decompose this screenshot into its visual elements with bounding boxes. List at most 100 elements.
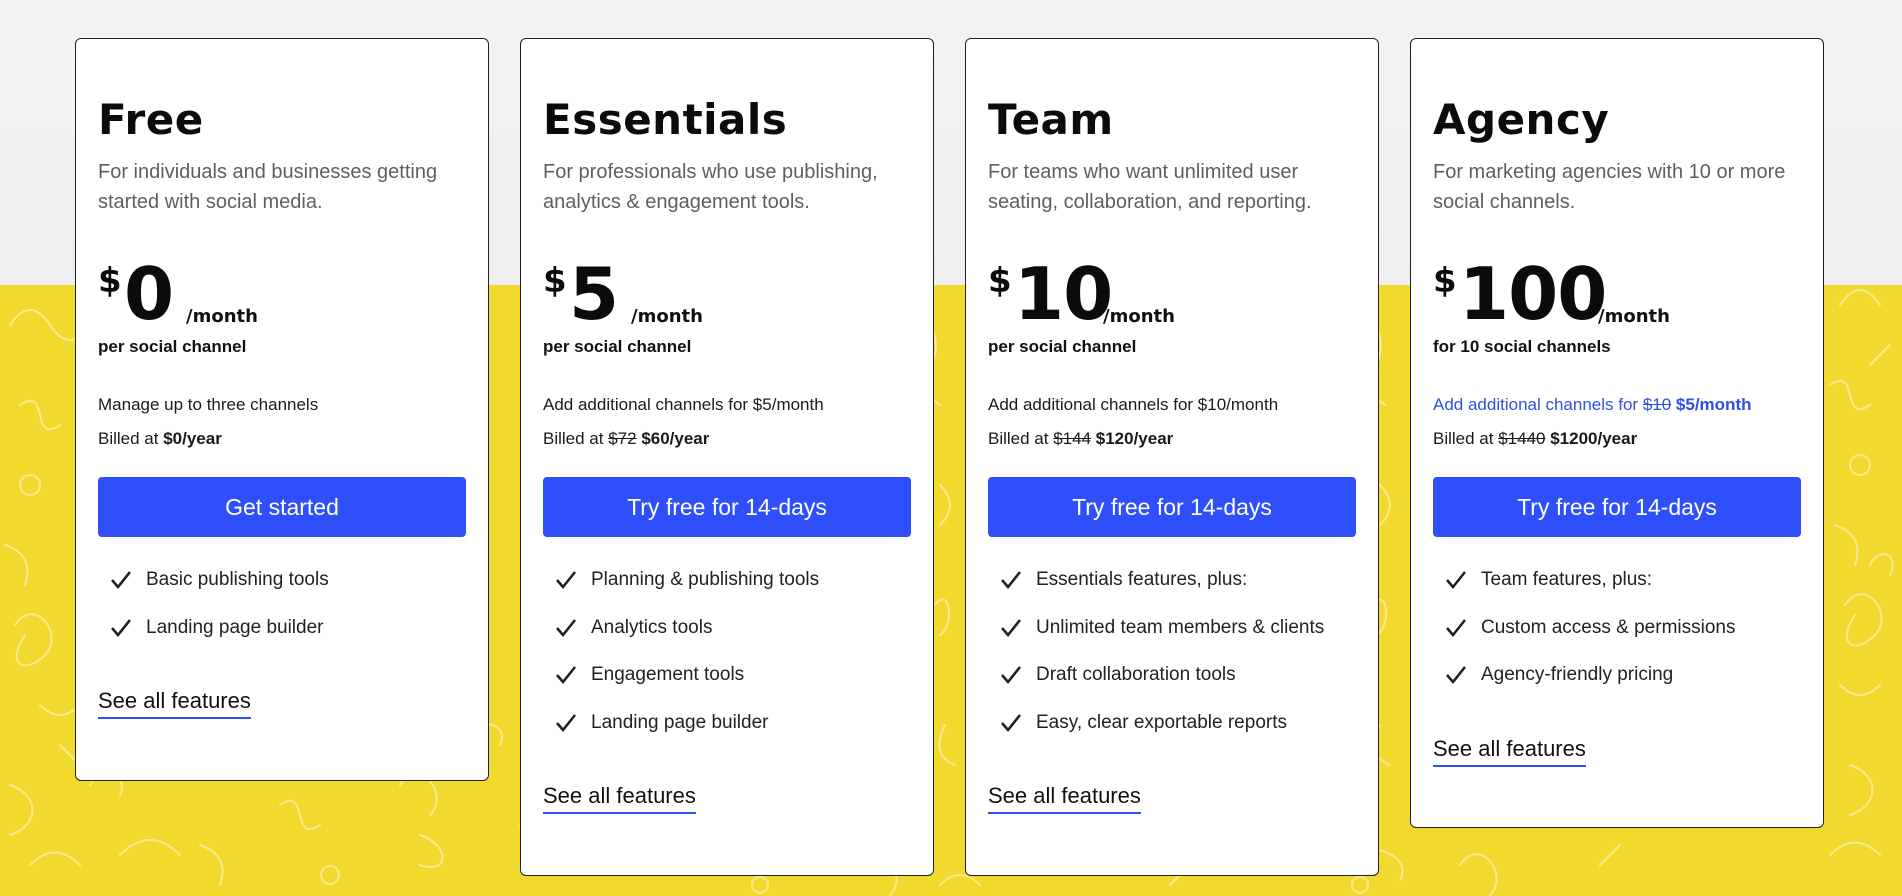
plan-description: For individuals and businesses getting s… — [98, 161, 438, 213]
try-free-button[interactable]: Try free for 14-days — [988, 477, 1356, 537]
plan-card-team: Team For teams who want unlimited user s… — [965, 38, 1379, 876]
plan-name: Free — [98, 95, 204, 144]
price-period: /month — [631, 306, 703, 327]
feature-item: Engagement tools — [555, 664, 911, 712]
feature-label: Analytics tools — [591, 616, 713, 638]
feature-label: Landing page builder — [146, 616, 324, 638]
billing-info: Billed at $144 $120/year — [988, 429, 1356, 453]
plan-name: Essentials — [543, 95, 788, 144]
currency-symbol: $ — [988, 261, 1012, 301]
checkmark-icon — [110, 617, 132, 639]
get-started-button[interactable]: Get started — [98, 477, 466, 537]
currency-symbol: $ — [543, 261, 567, 301]
see-all-features-link[interactable]: See all features — [1433, 736, 1586, 767]
price-amount: 5 — [569, 252, 619, 336]
feature-list: Planning & publishing tools Analytics to… — [543, 569, 911, 759]
channel-info: Add additional channels for $5/month — [543, 395, 824, 414]
see-all-features-link[interactable]: See all features — [98, 688, 251, 719]
price-unit: per social channel — [988, 337, 1137, 356]
feature-label: Planning & publishing tools — [591, 569, 820, 590]
channel-info: Add additional channels for $10 $5/month — [1433, 395, 1801, 419]
billing-info: Billed at $1440 $1200/year — [1433, 429, 1801, 453]
feature-item: Unlimited team members & clients — [1000, 617, 1356, 665]
checkmark-icon — [1000, 569, 1022, 591]
currency-symbol: $ — [98, 261, 122, 301]
billing-old-price: $144 — [1053, 429, 1092, 448]
price-period: /month — [186, 306, 258, 327]
checkmark-icon — [1445, 617, 1467, 639]
billing-prefix: Billed at — [1433, 429, 1499, 448]
feature-item: Draft collaboration tools — [1000, 664, 1356, 712]
feature-item: Team features, plus: — [1445, 569, 1801, 617]
price-unit: per social channel — [543, 337, 692, 356]
plan-description: For professionals who use publishing, an… — [543, 161, 878, 213]
price-row: $ 10 /month — [988, 252, 1356, 336]
checkmark-icon — [1000, 617, 1022, 639]
feature-item: Landing page builder — [110, 617, 466, 665]
billing-info: Billed at $0/year — [98, 429, 466, 453]
feature-label: Easy, clear exportable reports — [1036, 711, 1287, 733]
price-period: /month — [1598, 306, 1670, 327]
feature-label: Draft collaboration tools — [1036, 664, 1236, 685]
billing-old-price: $1440 — [1498, 429, 1546, 448]
plan-name: Team — [988, 95, 1114, 144]
plan-description: For teams who want unlimited user seatin… — [988, 161, 1312, 213]
feature-item: Easy, clear exportable reports — [1000, 712, 1356, 760]
see-all-features-link[interactable]: See all features — [543, 783, 696, 814]
channel-old-price: $10 — [1642, 395, 1672, 414]
feature-list: Basic publishing tools Landing page buil… — [98, 569, 466, 664]
feature-item: Analytics tools — [555, 617, 911, 665]
feature-item: Agency-friendly pricing — [1445, 664, 1801, 712]
try-free-button[interactable]: Try free for 14-days — [543, 477, 911, 537]
billing-new-price: $120/year — [1095, 429, 1174, 448]
plan-name: Agency — [1433, 95, 1610, 144]
checkmark-icon — [555, 712, 577, 734]
checkmark-icon — [1000, 712, 1022, 734]
feature-label: Custom access & permissions — [1481, 616, 1736, 638]
price-unit: per social channel — [98, 337, 247, 356]
price-row: $ 5 /month — [543, 252, 911, 336]
checkmark-icon — [555, 617, 577, 639]
price-amount: 10 — [1014, 252, 1113, 336]
feature-item: Landing page builder — [555, 712, 911, 760]
checkmark-icon — [1445, 569, 1467, 591]
feature-label: Unlimited team members & clients — [1036, 616, 1325, 638]
feature-label: Landing page builder — [591, 711, 769, 733]
price-period: /month — [1103, 306, 1175, 327]
plan-card-essentials: Essentials For professionals who use pub… — [520, 38, 934, 876]
plan-card-agency: Agency For marketing agencies with 10 or… — [1410, 38, 1824, 828]
billing-info: Billed at $72 $60/year — [543, 429, 911, 453]
billing-prefix: Billed at — [543, 429, 609, 448]
currency-symbol: $ — [1433, 261, 1457, 301]
feature-item: Basic publishing tools — [110, 569, 466, 617]
feature-item: Planning & publishing tools — [555, 569, 911, 617]
channel-info-prefix: Add additional channels for — [1433, 395, 1643, 414]
billing-prefix: Billed at — [988, 429, 1054, 448]
checkmark-icon — [555, 664, 577, 686]
feature-label: Basic publishing tools — [146, 569, 329, 590]
billing-new-price: $0/year — [163, 429, 222, 448]
channel-new-price: $5/month — [1675, 395, 1752, 414]
checkmark-icon — [1000, 664, 1022, 686]
try-free-button[interactable]: Try free for 14-days — [1433, 477, 1801, 537]
plan-description: For marketing agencies with 10 or more s… — [1433, 161, 1786, 213]
price-amount: 0 — [124, 252, 174, 336]
feature-item: Essentials features, plus: — [1000, 569, 1356, 617]
checkmark-icon — [555, 569, 577, 591]
feature-list: Essentials features, plus: Unlimited tea… — [988, 569, 1356, 759]
channel-info: Manage up to three channels — [98, 395, 319, 414]
plan-card-free: Free For individuals and businesses gett… — [75, 38, 489, 781]
feature-list: Team features, plus: Custom access & per… — [1433, 569, 1801, 712]
feature-label: Engagement tools — [591, 664, 745, 685]
checkmark-icon — [110, 569, 132, 591]
see-all-features-link[interactable]: See all features — [988, 783, 1141, 814]
feature-label: Team features, plus: — [1481, 569, 1653, 590]
feature-item: Custom access & permissions — [1445, 617, 1801, 665]
feature-label: Agency-friendly pricing — [1481, 664, 1674, 685]
feature-label: Essentials features, plus: — [1036, 569, 1248, 590]
checkmark-icon — [1445, 664, 1467, 686]
billing-prefix: Billed at — [98, 429, 164, 448]
billing-new-price: $60/year — [641, 429, 710, 448]
price-unit: for 10 social channels — [1433, 337, 1611, 356]
price-row: $ 0 /month — [98, 252, 466, 336]
